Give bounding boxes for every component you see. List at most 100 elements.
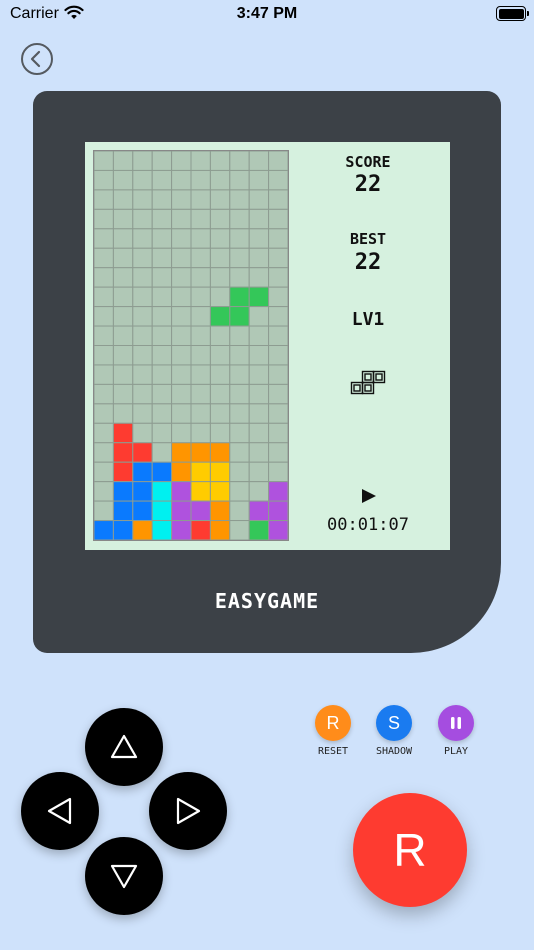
board-cell bbox=[171, 286, 192, 308]
board-cell bbox=[171, 345, 192, 366]
board-block bbox=[248, 286, 270, 308]
board-cell bbox=[268, 267, 288, 288]
board-block bbox=[268, 520, 288, 540]
board-cell bbox=[171, 403, 192, 424]
board-cell bbox=[171, 306, 192, 327]
board-cell bbox=[190, 403, 211, 424]
board-cell bbox=[229, 461, 250, 483]
board-cell bbox=[268, 306, 288, 327]
board-block bbox=[132, 461, 153, 483]
board-cell bbox=[209, 403, 231, 424]
pause-icon bbox=[451, 717, 461, 729]
board-cell bbox=[171, 189, 192, 210]
board-block bbox=[248, 520, 270, 540]
board-cell bbox=[248, 403, 270, 424]
board-cell bbox=[248, 461, 270, 483]
board-cell bbox=[112, 267, 134, 288]
board-cell bbox=[190, 169, 211, 191]
board-cell bbox=[151, 151, 173, 171]
board-cell bbox=[268, 364, 288, 385]
board-cell bbox=[151, 422, 173, 444]
board-cell bbox=[171, 364, 192, 385]
board-cell bbox=[229, 247, 250, 269]
board-cell bbox=[268, 228, 288, 249]
play-pause-button[interactable] bbox=[438, 705, 474, 741]
board-cell bbox=[151, 228, 173, 249]
dpad-right-button[interactable] bbox=[149, 772, 227, 850]
board-cell bbox=[151, 364, 173, 385]
board-cell bbox=[151, 403, 173, 424]
board-cell bbox=[132, 364, 153, 385]
board-cell bbox=[171, 169, 192, 191]
board-cell bbox=[268, 461, 288, 483]
board-cell bbox=[190, 383, 211, 405]
board-cell bbox=[209, 364, 231, 385]
board-block bbox=[171, 461, 192, 483]
board-cell bbox=[94, 189, 114, 210]
board-cell bbox=[132, 345, 153, 366]
rotate-button[interactable]: R bbox=[353, 793, 467, 907]
status-bar: Carrier 3:47 PM bbox=[0, 0, 534, 30]
board-cell bbox=[151, 267, 173, 288]
board-cell bbox=[132, 383, 153, 405]
board-block bbox=[132, 520, 153, 540]
back-button[interactable] bbox=[21, 43, 53, 75]
board-cell bbox=[248, 169, 270, 191]
board-block bbox=[112, 442, 134, 463]
board-block bbox=[151, 520, 173, 540]
board-cell bbox=[268, 151, 288, 171]
board-cell bbox=[229, 169, 250, 191]
board-cell bbox=[190, 247, 211, 269]
board-cell bbox=[112, 189, 134, 210]
board-cell bbox=[171, 422, 192, 444]
board-cell bbox=[268, 422, 288, 444]
board-cell bbox=[94, 461, 114, 483]
board-cell bbox=[94, 208, 114, 230]
shadow-label: SHADOW bbox=[375, 746, 413, 757]
rotate-button-letter: R bbox=[393, 824, 427, 876]
shadow-button[interactable]: S bbox=[376, 705, 412, 741]
reset-button[interactable]: R bbox=[315, 705, 351, 741]
board-block bbox=[171, 442, 192, 463]
board-cell bbox=[112, 403, 134, 424]
board-cell bbox=[94, 364, 114, 385]
board-cell bbox=[248, 364, 270, 385]
board-cell bbox=[171, 325, 192, 347]
board-block bbox=[151, 461, 173, 483]
board-cell bbox=[94, 325, 114, 347]
board-cell bbox=[268, 383, 288, 405]
board-cell bbox=[268, 247, 288, 269]
board-cell bbox=[248, 383, 270, 405]
board-block bbox=[209, 500, 231, 522]
board-cell bbox=[112, 345, 134, 366]
board-cell bbox=[132, 208, 153, 230]
dpad-up-button[interactable] bbox=[85, 708, 163, 786]
board-cell bbox=[132, 228, 153, 249]
shadow-button-letter: S bbox=[387, 712, 400, 733]
board-cell bbox=[268, 169, 288, 191]
board-cell bbox=[94, 247, 114, 269]
play-label: PLAY bbox=[443, 746, 469, 757]
board-block bbox=[112, 422, 134, 444]
board-cell bbox=[132, 325, 153, 347]
board-cell bbox=[94, 422, 114, 444]
board-cell bbox=[151, 189, 173, 210]
board-cell bbox=[112, 286, 134, 308]
board-cell bbox=[268, 325, 288, 347]
board-cell bbox=[132, 189, 153, 210]
board-block bbox=[190, 461, 211, 483]
game-console: SCORE 22 BEST 22 LV1 00:01:07 EASYGAME bbox=[33, 91, 501, 653]
board-block bbox=[268, 500, 288, 522]
board-cell bbox=[229, 481, 250, 502]
board-cell bbox=[112, 383, 134, 405]
board-cell bbox=[132, 267, 153, 288]
board-cell bbox=[209, 422, 231, 444]
board-block bbox=[248, 500, 270, 522]
board-cell bbox=[94, 169, 114, 191]
board-cell bbox=[112, 364, 134, 385]
board-cell bbox=[112, 151, 134, 171]
board-cell bbox=[209, 286, 231, 308]
board-cell bbox=[171, 228, 192, 249]
dpad-left-button[interactable] bbox=[21, 772, 99, 850]
dpad-down-button[interactable] bbox=[85, 837, 163, 915]
